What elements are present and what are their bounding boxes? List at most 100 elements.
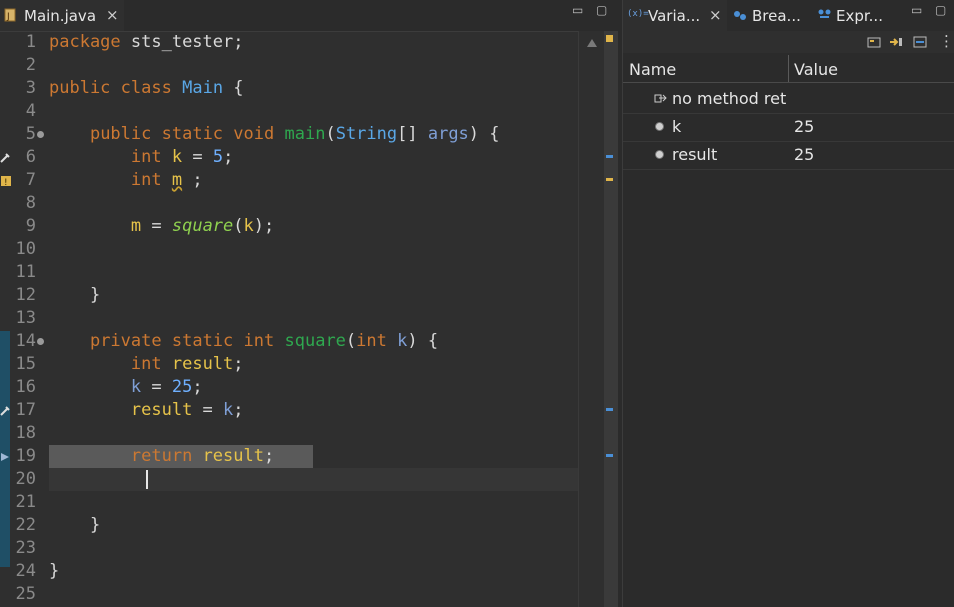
code-line: 17 result = k;	[0, 399, 578, 422]
minimize-icon[interactable]: ▭	[572, 3, 583, 17]
line-number: 15	[15, 354, 36, 374]
code-line: 2	[0, 54, 578, 77]
variable-name: no method ret	[672, 89, 787, 108]
debug-tab-bar: (x)= Varia... × Brea... Expr... ▭ ▢	[623, 0, 954, 31]
code-line: 13	[0, 307, 578, 330]
tab-variables-close-icon[interactable]: ×	[709, 6, 722, 24]
code-line: 11	[0, 261, 578, 284]
cursor-line-highlight	[49, 468, 578, 491]
editor-scrollbar[interactable]	[604, 31, 618, 607]
line-number: 9	[25, 216, 36, 236]
code-line: 5 public static void main(String[] args)…	[0, 123, 578, 146]
code-text: m = square(k);	[130, 216, 275, 236]
code-text: int m ;	[130, 170, 203, 190]
tab-expressions[interactable]: Expr...	[817, 0, 901, 31]
code-line-cursor: 20	[0, 468, 578, 491]
overview-marker-top	[606, 35, 613, 42]
code-line: 7 ! int m ;	[0, 169, 578, 192]
code-line: 9 m = square(k);	[0, 215, 578, 238]
occurrence-marker[interactable]	[606, 408, 613, 411]
expressions-icon	[818, 9, 831, 18]
occurrence-marker[interactable]	[606, 454, 613, 457]
overview-ruler[interactable]	[578, 31, 605, 607]
line-number: 3	[25, 78, 36, 98]
variables-view: (x)= Varia... × Brea... Expr... ▭ ▢ ⋮ Na…	[622, 0, 954, 607]
collapse-all-icon[interactable]	[913, 35, 927, 49]
line-number: 16	[15, 377, 36, 397]
code-line: 22 }	[0, 514, 578, 537]
code-text: result = k;	[130, 400, 244, 420]
code-line: 23	[0, 537, 578, 560]
line-number: 21	[15, 492, 36, 512]
local-variable-icon	[655, 150, 664, 159]
code-text: int result;	[130, 354, 244, 374]
code-line: 10	[0, 238, 578, 261]
editor-tab-bar: J Main.java × ▭ ▢	[0, 0, 618, 32]
occurrence-marker[interactable]	[606, 155, 613, 158]
local-variable-icon	[655, 122, 664, 131]
tab-expressions-label: Expr...	[836, 7, 883, 25]
tab-main-java[interactable]: J Main.java ×	[0, 0, 124, 31]
tab-breakpoints-label: Brea...	[752, 7, 801, 25]
minimize-icon[interactable]: ▭	[911, 3, 922, 17]
variable-value: 25	[794, 145, 815, 164]
java-editor: J Main.java × ▭ ▢ 1 package sts_tester; …	[0, 0, 618, 607]
warning-marker[interactable]	[606, 178, 613, 181]
variable-name: k	[672, 117, 682, 136]
line-number: 22	[15, 515, 36, 535]
svg-text:J: J	[6, 12, 10, 22]
code-area[interactable]: 1 package sts_tester; 2 3 public class M…	[0, 31, 578, 607]
tab-breakpoints[interactable]: Brea...	[731, 0, 815, 31]
variable-row[interactable]: result 25	[623, 141, 954, 170]
scroll-up-icon[interactable]	[587, 39, 597, 47]
variable-name: result	[672, 145, 718, 164]
code-line-current: 19 return result;	[0, 445, 578, 468]
tab-variables[interactable]: (x)= Varia... ×	[623, 0, 727, 31]
variables-table-header: Name Value	[623, 55, 954, 83]
tab-close-icon[interactable]: ×	[106, 6, 119, 24]
variable-row[interactable]: no method ret	[623, 85, 954, 114]
svg-text:!: !	[4, 178, 8, 187]
code-line: 14 private static int square(int k) {	[0, 330, 578, 353]
line-number: 4	[25, 101, 36, 121]
code-text: }	[49, 561, 60, 581]
code-line: 18	[0, 422, 578, 445]
breakpoints-icon	[734, 11, 746, 20]
code-text: public static void main(String[] args) {	[89, 124, 500, 144]
line-number: 13	[15, 308, 36, 328]
line-number: 8	[25, 193, 36, 213]
line-number: 1	[25, 32, 36, 52]
code-line: 24 }	[0, 560, 578, 583]
code-line: 1 package sts_tester;	[0, 31, 578, 54]
line-number: 20	[15, 469, 36, 489]
fold-icon[interactable]	[37, 131, 44, 138]
code-line: 15 int result;	[0, 353, 578, 376]
column-name-header[interactable]: Name	[629, 60, 676, 79]
text-cursor	[146, 470, 148, 489]
code-line: 25	[0, 583, 578, 606]
line-number: 6	[25, 147, 36, 167]
view-toolbar: ⋮	[623, 31, 954, 53]
fold-icon[interactable]	[37, 338, 44, 345]
column-value-header[interactable]: Value	[794, 60, 838, 79]
code-text: private static int square(int k) {	[89, 331, 439, 351]
maximize-icon[interactable]: ▢	[596, 3, 607, 17]
variable-row[interactable]: k 25	[623, 113, 954, 142]
code-line: 21	[0, 491, 578, 514]
code-line: 6 int k = 5;	[0, 146, 578, 169]
warning-icon[interactable]: !	[0, 174, 13, 187]
occurrence-icon	[0, 406, 10, 416]
variables-icon: (x)=	[627, 9, 649, 19]
show-logical-structure-icon[interactable]	[889, 35, 903, 49]
code-text: }	[49, 285, 101, 305]
line-number: 14	[15, 331, 36, 351]
code-line: 4	[0, 100, 578, 123]
column-divider[interactable]	[788, 55, 789, 82]
code-text: k = 25;	[130, 377, 203, 397]
view-menu-icon[interactable]: ⋮	[939, 32, 954, 50]
code-line: 3 public class Main {	[0, 77, 578, 100]
maximize-icon[interactable]: ▢	[935, 3, 946, 17]
line-number: 18	[15, 423, 36, 443]
code-text: return result;	[130, 446, 275, 466]
show-type-names-icon[interactable]	[867, 35, 881, 49]
